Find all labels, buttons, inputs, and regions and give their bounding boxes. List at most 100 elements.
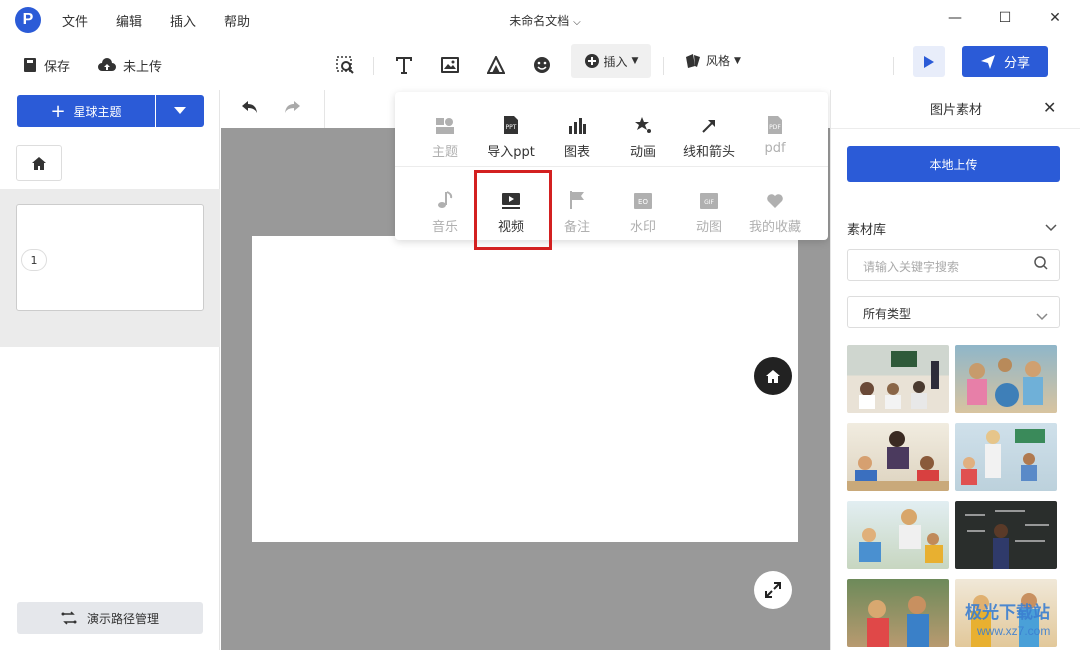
path-manage-button[interactable]: 演示路径管理 (17, 602, 203, 634)
insert-theme-label: 主题 (431, 145, 458, 160)
insert-ppt-item[interactable]: PPT 导入ppt (478, 110, 544, 170)
music-icon (438, 191, 453, 208)
style-dropdown-button[interactable]: 风格 ▼ (684, 52, 741, 69)
library-label: 素材库 (847, 223, 887, 238)
redo-icon[interactable] (283, 99, 301, 119)
share-button[interactable]: 分享 (962, 46, 1048, 77)
chevron-down-icon (1036, 310, 1048, 325)
theme-icon (436, 118, 454, 134)
material-thumbnail[interactable] (847, 423, 949, 491)
app-logo: P (15, 7, 41, 33)
cloud-upload-icon (98, 58, 116, 71)
save-button[interactable]: 保存 (22, 54, 70, 76)
watermark-text: 极光下载站 (965, 603, 1050, 622)
menu-edit[interactable]: 编辑 (116, 11, 142, 30)
watermark-icon: EO (634, 193, 652, 209)
insert-animation-item[interactable]: 动画 (610, 110, 676, 170)
chevron-down-icon[interactable] (1045, 221, 1057, 236)
material-thumbnail[interactable] (847, 501, 949, 569)
material-thumbnail[interactable] (955, 501, 1057, 569)
material-thumbnail[interactable] (955, 345, 1057, 413)
pdf-icon: PDF (768, 116, 782, 134)
insert-dropdown-button[interactable]: 插入 ▼ (571, 44, 651, 78)
home-button[interactable] (16, 145, 62, 181)
document-title-text: 未命名文档 (509, 14, 570, 28)
close-panel-button[interactable]: ✕ (1043, 98, 1056, 117)
insert-watermark-item[interactable]: EO 水印 (610, 185, 676, 245)
text-icon[interactable] (392, 53, 416, 77)
search-input[interactable]: 请输入关键字搜索 (847, 249, 1060, 281)
style-label: 风格 (706, 54, 731, 68)
heart-icon (767, 194, 783, 208)
caret-down-icon: ▼ (734, 55, 741, 66)
insert-animation-label: 动画 (629, 145, 656, 160)
insert-menu-popup: 主题 PPT 导入ppt 图表 动画 线和箭头 PDF pdf 音乐 视频 备注… (395, 92, 828, 240)
upload-status-label: 未上传 (123, 59, 163, 75)
insert-gif-item[interactable]: GIF 动图 (676, 185, 742, 245)
insert-note-label: 备注 (563, 220, 590, 235)
insert-pdf-item[interactable]: PDF pdf (742, 110, 808, 170)
insert-note-item[interactable]: 备注 (544, 185, 610, 245)
slide-canvas[interactable] (252, 236, 798, 542)
emoji-icon[interactable] (530, 53, 554, 77)
fullscreen-button[interactable] (754, 571, 792, 609)
insert-theme-item[interactable]: 主题 (412, 110, 478, 170)
panel-divider (831, 128, 1080, 129)
slide-thumbnail[interactable]: 1 (16, 204, 204, 311)
undo-icon[interactable] (241, 99, 259, 119)
close-window-button[interactable]: ✕ (1045, 10, 1065, 28)
material-thumbnail[interactable] (847, 345, 949, 413)
save-icon (24, 58, 36, 72)
play-button[interactable] (913, 46, 945, 77)
search-icon[interactable] (1034, 256, 1048, 274)
minimize-button[interactable]: — (945, 10, 965, 28)
local-upload-button[interactable]: 本地上传 (847, 146, 1060, 182)
type-select[interactable]: 所有类型 (847, 296, 1060, 328)
document-title[interactable]: 未命名文档 ⌵ (480, 12, 610, 29)
chart-icon (569, 118, 586, 134)
site-watermark: 极光下载站 www.xz7.com (925, 592, 1075, 648)
insert-music-item[interactable]: 音乐 (412, 185, 478, 245)
insert-arrow-item[interactable]: 线和箭头 (676, 110, 742, 170)
zoom-region-icon[interactable] (333, 53, 357, 77)
right-panel: 图片素材 ✕ 本地上传 素材库 请输入关键字搜索 所有类型 (830, 90, 1080, 650)
expand-icon (765, 582, 781, 598)
gif-icon: GIF (700, 193, 718, 209)
watermark-url: www.xz7.com (977, 624, 1051, 638)
path-icon (61, 611, 77, 625)
animation-icon (635, 117, 651, 133)
insert-chart-label: 图表 (563, 145, 590, 160)
style-icon (686, 53, 700, 68)
shape-icon[interactable] (484, 53, 508, 77)
menu-help[interactable]: 帮助 (224, 11, 250, 30)
maximize-button[interactable]: ☐ (995, 10, 1015, 28)
image-icon[interactable] (438, 53, 462, 77)
flag-icon (570, 191, 584, 209)
caret-down-icon: ▼ (631, 56, 639, 66)
upload-status-button[interactable]: 未上传 (97, 54, 162, 76)
material-thumbnail[interactable] (955, 423, 1057, 491)
toolbar-divider (893, 57, 894, 75)
left-panel: + 星球主题 1 演示路径管理 (0, 90, 220, 650)
svg-text:EO: EO (638, 198, 648, 206)
send-icon (980, 54, 995, 69)
share-label: 分享 (1003, 56, 1030, 71)
save-label: 保存 (44, 59, 71, 75)
insert-chart-item[interactable]: 图表 (544, 110, 610, 170)
slide-list: 1 (0, 189, 220, 347)
menu-file[interactable]: 文件 (62, 11, 88, 30)
insert-music-label: 音乐 (431, 220, 458, 235)
toolbar-divider (373, 57, 374, 75)
theme-button[interactable]: + 星球主题 (17, 95, 155, 127)
caret-down-icon (174, 107, 186, 114)
theme-dropdown-button[interactable] (156, 95, 204, 127)
home-view-button[interactable] (754, 357, 792, 395)
svg-text:GIF: GIF (704, 199, 714, 206)
highlight-box (474, 170, 552, 250)
insert-ppt-label: 导入ppt (487, 145, 535, 160)
menu-insert[interactable]: 插入 (170, 11, 196, 30)
insert-favorites-item[interactable]: 我的收藏 (739, 185, 811, 245)
home-icon (766, 369, 780, 383)
toolbar-divider (663, 57, 664, 75)
insert-label: 插入 (603, 54, 628, 69)
